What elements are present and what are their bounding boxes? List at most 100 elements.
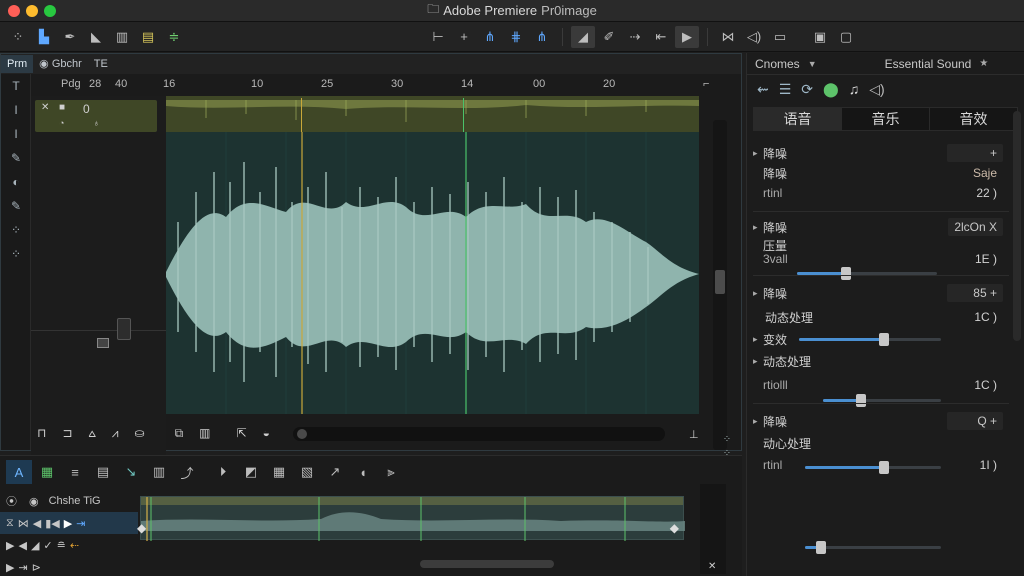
shape-icon[interactable]: ◢ — [31, 539, 39, 552]
tiny-icon[interactable]: ⁘ — [715, 434, 739, 448]
preset-text[interactable]: Saje — [973, 166, 997, 180]
dots-icon[interactable]: ⁘ — [1, 218, 31, 242]
step-icon[interactable]: ⊐ — [56, 426, 78, 440]
waveform-overview[interactable] — [166, 96, 699, 132]
curve-icon[interactable]: ⤴ — [174, 460, 200, 484]
solo-icon[interactable]: ■ — [59, 102, 65, 113]
marker-icon[interactable]: I — [1, 98, 31, 122]
align-icon[interactable]: ≡ — [62, 460, 88, 484]
star-icon[interactable]: ★ — [979, 58, 988, 69]
track-row-audio[interactable]: ⦿ ◉ Chshe TiG — [0, 490, 138, 512]
timeline-vertical-scroll[interactable]: ✕ — [700, 484, 726, 574]
slider-value[interactable]: 1I ) — [980, 458, 997, 472]
crossfade-icon[interactable]: ⩘ — [106, 426, 125, 441]
track-row-bottom[interactable]: ▶ ⇥ ⊳ — [0, 556, 138, 576]
clip-end-handle[interactable]: ◆ — [670, 521, 679, 535]
slider-5-knob[interactable] — [816, 541, 827, 554]
leaf-icon[interactable]: ⬤ — [823, 81, 839, 98]
vertical-scroll-thumb[interactable] — [715, 270, 725, 294]
film-icon[interactable]: ▭ — [768, 26, 792, 48]
snap-icon[interactable]: ▦ — [34, 460, 60, 484]
step-back-icon[interactable]: ⊓ — [31, 426, 52, 440]
waveform-display[interactable] — [166, 132, 699, 414]
slider-5[interactable] — [805, 541, 941, 554]
level-icon[interactable]: ▤ — [136, 26, 160, 48]
bars-icon[interactable]: ▥ — [146, 460, 172, 484]
loop-icon[interactable]: ◒ — [257, 426, 276, 440]
image-icon[interactable] — [97, 338, 109, 348]
slider-3-knob[interactable] — [855, 394, 866, 407]
link-icon[interactable]: ♁ — [93, 118, 100, 128]
audio-clip[interactable]: ◆ ◆ — [137, 496, 685, 541]
mute-icon[interactable]: ✕ — [41, 102, 49, 113]
wave-icon-2[interactable]: ⋕ — [504, 26, 528, 48]
vertical-scrollbar[interactable] — [713, 120, 727, 450]
export-icon[interactable]: ⧉ — [169, 426, 190, 441]
type-sfx[interactable]: 音效 — [930, 108, 1017, 130]
tab-prm[interactable]: Prm — [1, 55, 34, 73]
play-end-icon[interactable]: ⇥ — [76, 517, 85, 530]
text-tool-icon[interactable]: T — [1, 74, 31, 98]
select-icon[interactable]: ▙ — [32, 26, 56, 48]
bars-icon[interactable]: ▥ — [110, 26, 134, 48]
split-icon[interactable]: ⩟ — [82, 426, 101, 441]
es-section-header[interactable]: ▸ 降噪 2lcOn X — [753, 217, 1009, 237]
slider-value[interactable]: 1E ) — [975, 252, 997, 266]
ruler-end-icon[interactable]: ⌐ — [703, 78, 709, 90]
x-icon[interactable]: ⋈ — [716, 26, 740, 48]
tool-icon[interactable]: ▮◀ — [45, 517, 60, 530]
timeline-horizontal-scroll[interactable] — [420, 560, 554, 568]
zoom-button[interactable] — [44, 5, 56, 17]
back-arrow-icon[interactable]: ⇜ — [757, 81, 769, 98]
type-music[interactable]: 音乐 — [842, 108, 930, 130]
slider-value[interactable]: 1C ) — [974, 378, 997, 392]
in-point-top[interactable] — [301, 98, 303, 132]
brush-tool-icon[interactable]: ✎ — [1, 194, 31, 218]
play-icon[interactable]: ▶ — [6, 539, 14, 552]
marker-icon-2[interactable]: I — [1, 122, 31, 146]
pen-icon[interactable]: ✒ — [58, 26, 82, 48]
stack-icon[interactable]: ≘ — [57, 539, 66, 552]
value-badge[interactable]: 85 + — [947, 284, 1003, 302]
es-collapsed-row[interactable]: ▸ 变效 — [753, 329, 1009, 349]
arrow-icon[interactable]: ⇢ — [623, 26, 647, 48]
eye-icon[interactable]: ⦿ — [6, 493, 17, 509]
arrow-left-icon[interactable]: ⇠ — [70, 539, 79, 552]
music-note-icon[interactable]: ♫ — [849, 81, 860, 97]
wave-icon-3[interactable]: ⋔ — [530, 26, 554, 48]
skip-icon[interactable]: ⊳ — [32, 561, 41, 574]
dots-icon-2[interactable]: ⁘ — [1, 242, 31, 266]
slider-3[interactable] — [823, 394, 941, 407]
tab-essential-sound[interactable]: Essential Sound — [877, 57, 980, 71]
es-section-header[interactable]: ▸ 降噪 Q + — [753, 411, 1009, 431]
forward-icon[interactable]: ⫸ — [378, 460, 404, 484]
play-icon[interactable]: ▶ — [6, 561, 14, 574]
close-small-icon[interactable]: ✕ — [708, 561, 716, 572]
mic-icon[interactable]: ⇱ — [231, 426, 253, 440]
tool-icon[interactable]: ⋈ — [18, 517, 29, 530]
keyframe-icon[interactable]: ◔ — [59, 118, 64, 128]
pen-tool-icon[interactable]: ✎ — [1, 146, 31, 170]
trim-icon[interactable]: ⊢ — [426, 26, 450, 48]
playhead-top[interactable] — [463, 98, 469, 132]
es-collapsed-row[interactable]: ▸ 动态处理 — [753, 351, 1009, 371]
rows-icon[interactable]: ▤ — [90, 460, 116, 484]
sound-wave-icon[interactable]: ◁) — [869, 81, 884, 98]
arrow-out-icon[interactable]: ↗ — [322, 460, 348, 484]
grid-small-icon[interactable]: ▦ — [266, 460, 292, 484]
monitor-icon[interactable]: ▣ — [808, 26, 832, 48]
cut-icon[interactable]: ⇤ — [649, 26, 673, 48]
next-icon[interactable]: ⇥ — [18, 561, 27, 574]
tool-icon[interactable]: ⧖ — [6, 517, 14, 530]
prev-icon[interactable]: ◀ — [18, 539, 26, 552]
es-scrollbar[interactable] — [1013, 111, 1021, 341]
block-icon[interactable]: ▧ — [294, 460, 320, 484]
bars-small-icon[interactable]: ▥ — [193, 426, 216, 440]
square-icon[interactable]: ▢ — [834, 26, 858, 48]
es-section-header[interactable]: ▸ 降噪 85 + — [753, 283, 1009, 303]
hand-icon[interactable]: ◣ — [84, 26, 108, 48]
half-icon[interactable]: ◩ — [238, 460, 264, 484]
close-button[interactable] — [8, 5, 20, 17]
text-a-icon[interactable]: A — [6, 460, 32, 484]
track-row-transport[interactable]: ▶ ◀ ◢ ✓ ≘ ⇠ — [0, 534, 138, 556]
